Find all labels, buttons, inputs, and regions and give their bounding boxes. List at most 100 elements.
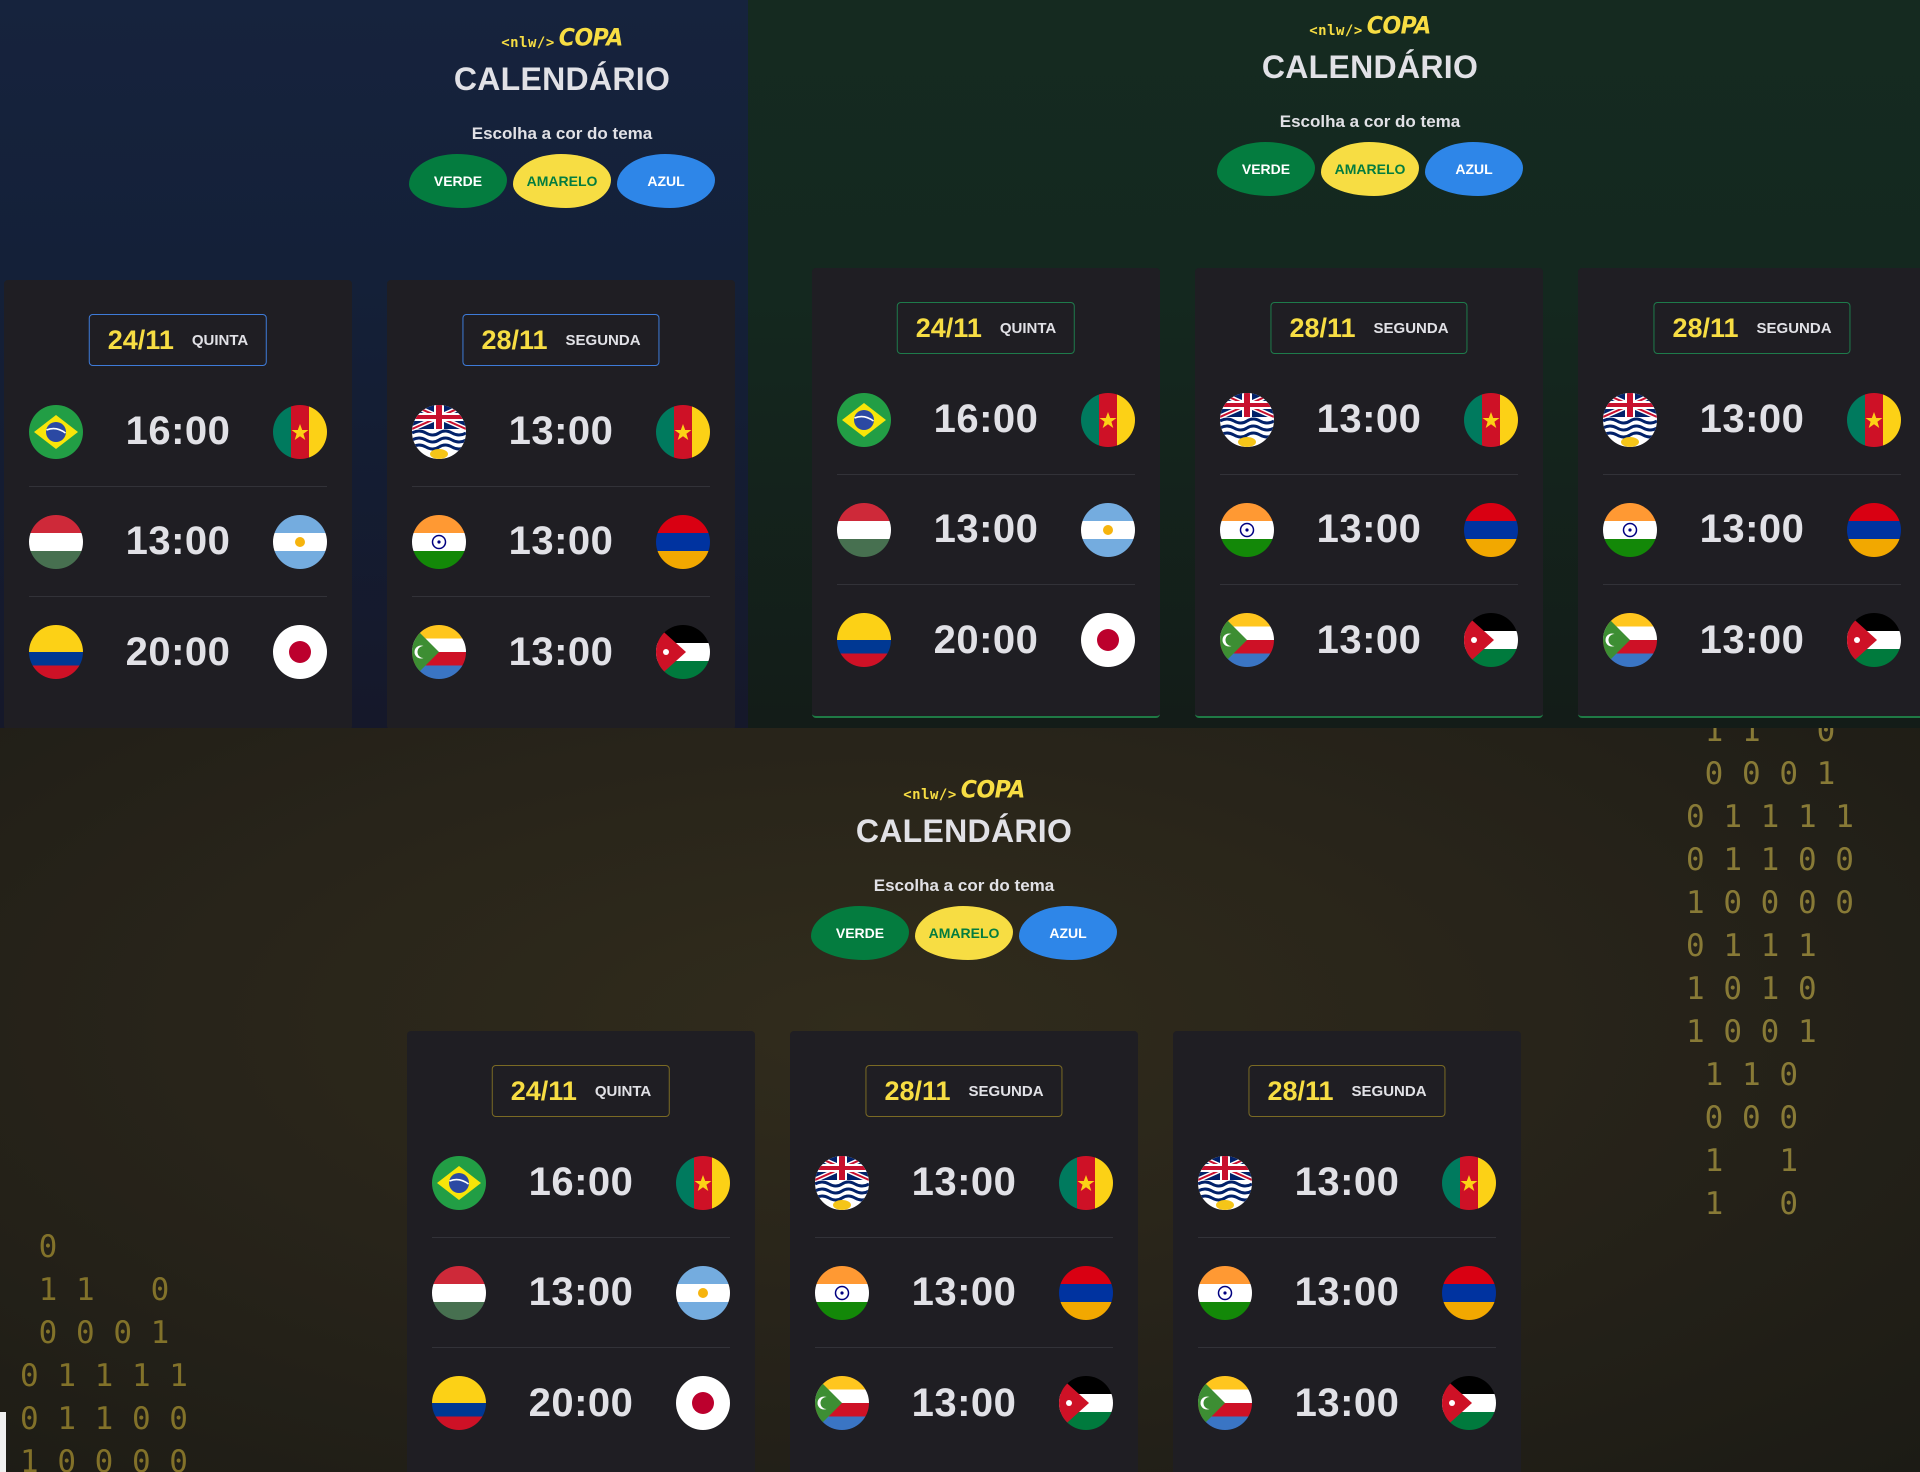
match-time: 16:00: [933, 397, 1039, 441]
date-box: 24/11 QUINTA: [896, 302, 1076, 354]
blue-theme-view: <nlw/> COPA CALENDÁRIO Escolha a cor do …: [0, 0, 748, 728]
armenia-flag: [1464, 502, 1518, 557]
page-title: CALENDÁRIO: [1261, 49, 1479, 85]
comoros-flag: [412, 625, 466, 679]
match-row: 13:00: [815, 1348, 1113, 1458]
match-time: 13:00: [1316, 397, 1422, 441]
match-row: 16:00: [29, 377, 327, 487]
match-weekday: QUINTA: [999, 319, 1057, 337]
logo-name: COPA: [558, 24, 623, 53]
match-time: 13:00: [508, 409, 614, 453]
match-row: 13:00: [815, 1128, 1113, 1238]
match-time: 20:00: [933, 617, 1039, 662]
match-row: 13:00: [1198, 1348, 1496, 1458]
match-row: 13:00: [29, 487, 327, 597]
theme-yellow-button[interactable]: AMARELO: [513, 154, 611, 208]
date-box: 28/11 SEGUNDA: [1270, 302, 1468, 354]
match-time: 13:00: [911, 1160, 1017, 1204]
date-box: 24/11 QUINTA: [491, 1065, 671, 1117]
theme-green-button[interactable]: VERDE: [1217, 142, 1315, 196]
theme-yellow-button[interactable]: AMARELO: [915, 906, 1013, 960]
cameroon-flag: [1059, 1155, 1113, 1210]
match-time: 13:00: [1699, 507, 1805, 551]
comoros-flag: [1603, 613, 1657, 667]
argentina-flag: [1081, 502, 1135, 557]
comoros-flag: [1198, 1376, 1252, 1430]
match-weekday: SEGUNDA: [1351, 1082, 1427, 1100]
header: <nlw/> COPA CALENDÁRIO Escolha a cor do …: [312, 24, 748, 208]
match-row: 13:00: [412, 487, 710, 597]
colombia-flag: [29, 625, 83, 679]
match-weekday: SEGUNDA: [565, 331, 641, 349]
match-date: 24/11: [915, 312, 982, 343]
match-date: 24/11: [510, 1075, 577, 1106]
day-card: 28/11 SEGUNDA 13:00 13:00 13:00: [1173, 1031, 1521, 1472]
brazil-flag: [29, 404, 83, 459]
theme-blue-button[interactable]: AZUL: [1425, 142, 1523, 196]
argentina-flag: [676, 1265, 730, 1320]
day-card: 24/11 QUINTA 16:00 13:00 20:00: [812, 268, 1160, 718]
theme-buttons: VERDE AMARELO AZUL: [312, 154, 748, 208]
cameroon-flag: [1442, 1155, 1496, 1210]
day-card: 28/11 SEGUNDA 13:00 13:00 13:00: [387, 280, 735, 728]
logo-prefix: <nlw/>: [903, 787, 957, 803]
nlw-copa-logo: <nlw/> COPA: [1120, 12, 1620, 41]
brazil-flag: [432, 1155, 486, 1210]
comoros-flag: [815, 1376, 869, 1430]
match-row: 13:00: [1220, 365, 1518, 475]
match-time: 20:00: [528, 1380, 634, 1425]
day-card: 24/11 QUINTA 16:00 13:00 20:00: [407, 1031, 755, 1472]
match-time: 13:00: [528, 1270, 634, 1314]
jordan-flag: [1442, 1376, 1496, 1430]
match-row: 13:00: [1603, 365, 1901, 475]
theme-label: Escolha a cor do tema: [471, 124, 653, 143]
british-indian-ocean-territory-flag: [1198, 1155, 1252, 1210]
match-row: 13:00: [1603, 475, 1901, 585]
theme-green-button[interactable]: VERDE: [409, 154, 507, 208]
match-time: 13:00: [125, 519, 231, 563]
cameroon-flag: [676, 1155, 730, 1210]
theme-buttons: VERDE AMARELO AZUL: [1120, 142, 1620, 196]
match-time: 16:00: [528, 1160, 634, 1204]
logo-prefix: <nlw/>: [501, 35, 555, 51]
corner-tab: [0, 1412, 6, 1472]
match-time: 13:00: [1699, 397, 1805, 441]
match-time: 13:00: [933, 507, 1039, 551]
british-indian-ocean-territory-flag: [815, 1155, 869, 1210]
date-box: 28/11 SEGUNDA: [1653, 302, 1851, 354]
theme-blue-button[interactable]: AZUL: [617, 154, 715, 208]
match-row: 13:00: [432, 1238, 730, 1348]
date-box: 28/11 SEGUNDA: [865, 1065, 1063, 1117]
match-time: 13:00: [508, 519, 614, 563]
comoros-flag: [1220, 613, 1274, 667]
match-weekday: SEGUNDA: [968, 1082, 1044, 1100]
india-flag: [1220, 502, 1274, 557]
theme-label: Escolha a cor do tema: [873, 876, 1055, 895]
theme-blue-button[interactable]: AZUL: [1019, 906, 1117, 960]
cameroon-flag: [1081, 392, 1135, 447]
match-time: 13:00: [1294, 1160, 1400, 1204]
match-row: 20:00: [432, 1348, 730, 1458]
theme-yellow-button[interactable]: AMARELO: [1321, 142, 1419, 196]
jordan-flag: [656, 625, 710, 679]
japan-flag: [273, 625, 327, 679]
cameroon-flag: [1464, 392, 1518, 447]
match-weekday: QUINTA: [594, 1082, 652, 1100]
theme-label: Escolha a cor do tema: [1279, 112, 1461, 131]
logo-name: COPA: [1366, 12, 1431, 41]
brazil-flag: [837, 392, 891, 447]
cameroon-flag: [1847, 392, 1901, 447]
hungary-flag: [837, 502, 891, 557]
armenia-flag: [1442, 1265, 1496, 1320]
india-flag: [412, 514, 466, 569]
match-date: 28/11: [481, 324, 548, 355]
theme-green-button[interactable]: VERDE: [811, 906, 909, 960]
match-weekday: SEGUNDA: [1373, 319, 1449, 337]
match-time: 13:00: [911, 1270, 1017, 1314]
armenia-flag: [1059, 1265, 1113, 1320]
jordan-flag: [1847, 613, 1901, 667]
date-box: 28/11 SEGUNDA: [1248, 1065, 1446, 1117]
argentina-flag: [273, 514, 327, 569]
day-card: 28/11 SEGUNDA 13:00 13:00 13:00: [790, 1031, 1138, 1472]
match-row: 13:00: [837, 475, 1135, 585]
